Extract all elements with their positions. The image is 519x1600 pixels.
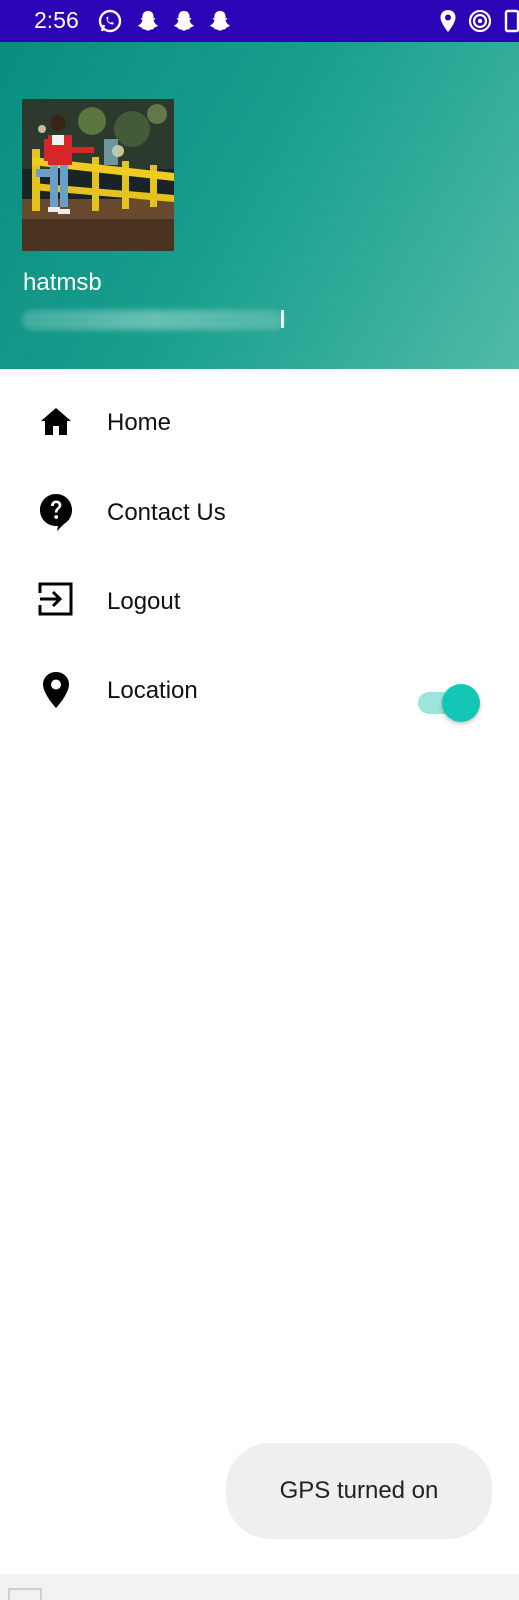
menu-label-logout: Logout <box>107 588 181 615</box>
menu-item-logout[interactable]: Logout <box>0 566 519 636</box>
menu-label-contact-us: Contact Us <box>107 499 226 526</box>
email-redacted-tail <box>281 310 284 328</box>
bottom-nav-hint <box>8 1588 42 1600</box>
home-icon <box>41 408 71 435</box>
hotspot-icon <box>468 9 492 33</box>
toast-message: GPS turned on <box>226 1443 492 1539</box>
menu-item-home[interactable]: Home <box>0 387 519 457</box>
battery-icon <box>504 9 519 33</box>
location-toggle[interactable] <box>416 682 482 722</box>
snapchat-icon <box>138 11 158 31</box>
snapchat-icon <box>210 11 230 31</box>
location-pin-icon <box>43 672 69 708</box>
snapchat-icon <box>174 11 194 31</box>
menu-label-location: Location <box>107 677 198 704</box>
username: hatmsb <box>23 269 102 296</box>
toggle-thumb <box>442 684 480 722</box>
toast-text: GPS turned on <box>279 1477 439 1504</box>
status-bar: 2:56 <box>0 0 519 42</box>
help-bubble-icon <box>40 494 72 531</box>
status-time: 2:56 <box>34 7 79 33</box>
logout-icon <box>38 582 73 616</box>
bottom-edge <box>0 1574 519 1600</box>
menu-label-home: Home <box>107 409 172 436</box>
whatsapp-icon <box>98 9 122 33</box>
menu-item-contact-us[interactable]: Contact Us <box>0 477 519 547</box>
email-redacted <box>22 310 284 330</box>
location-pin-icon <box>440 10 456 32</box>
drawer-header: hatmsb <box>0 42 519 369</box>
avatar[interactable] <box>22 99 174 251</box>
profile-photo <box>22 99 174 251</box>
